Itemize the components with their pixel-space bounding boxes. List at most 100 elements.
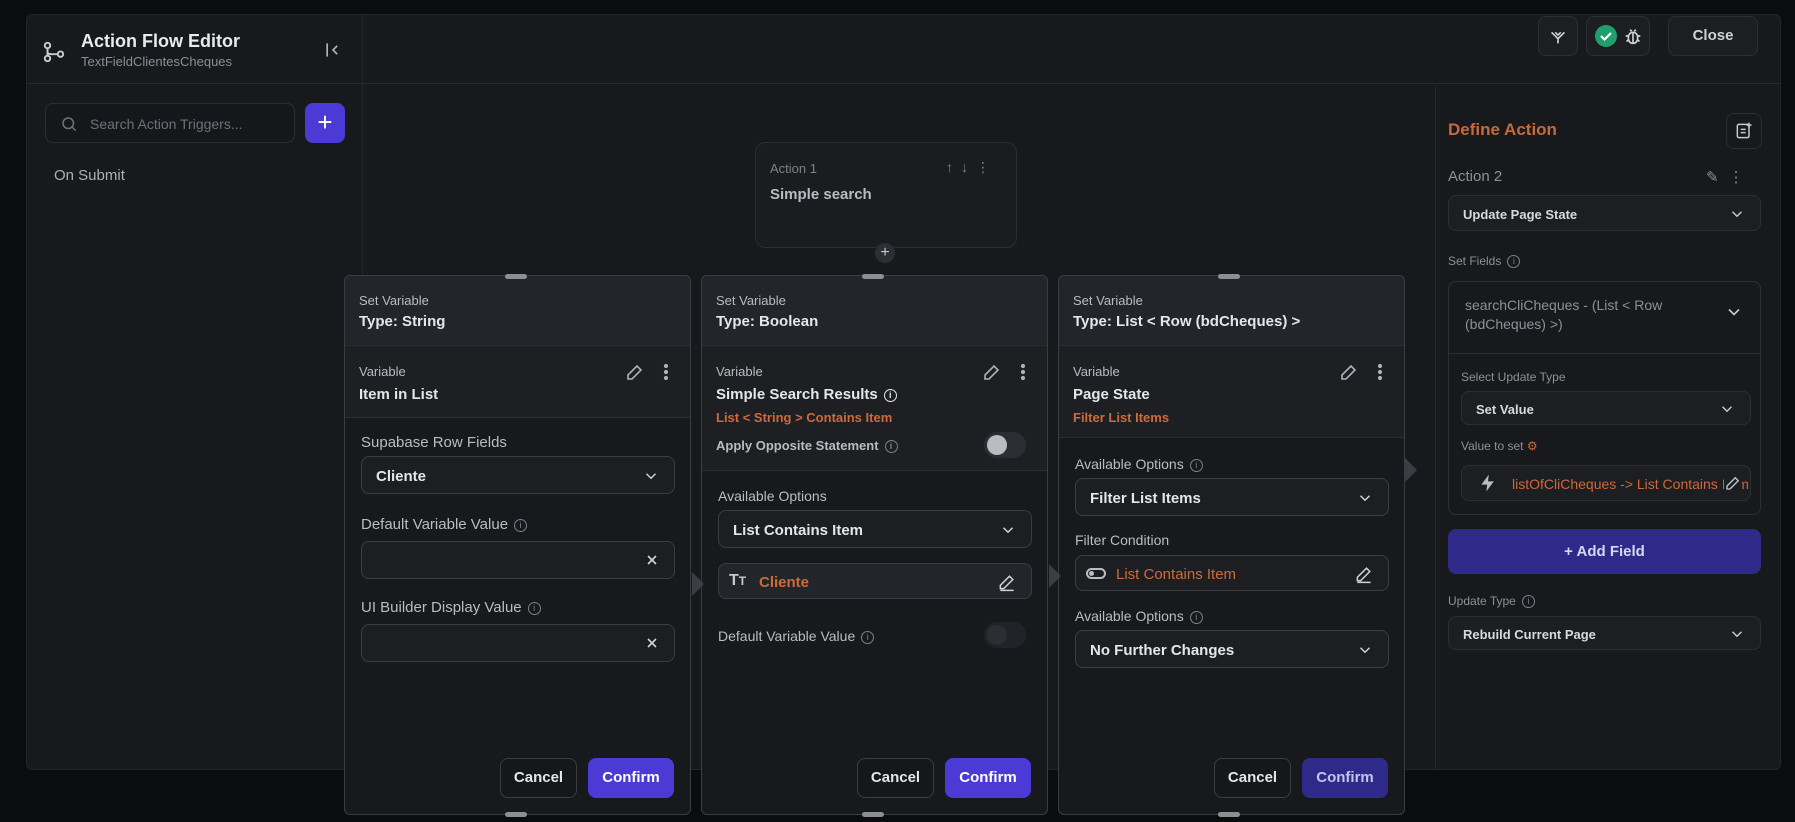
info-icon: i (884, 440, 898, 454)
info-icon: i (527, 601, 541, 615)
available-options-label: Available Options i (1075, 456, 1203, 472)
display-value-input[interactable] (361, 624, 675, 662)
update-type-value: Set Value (1476, 402, 1534, 417)
edit-menu-icons[interactable] (1338, 362, 1386, 382)
toggle-type-icon (1086, 568, 1106, 579)
set-variable-dialog-string: Set Variable Type: String Variable Item … (344, 275, 691, 815)
value-chip-text: Cliente (759, 574, 810, 591)
action-node[interactable]: Action 1 Simple search ↑↓⋮ (755, 142, 1017, 248)
available-options-select[interactable]: Filter List Items (1075, 478, 1389, 516)
dialog-header-type: Type: List < Row (bdCheques) > (1073, 313, 1301, 330)
set-fields-label: Set Fields i (1448, 254, 1521, 269)
default-value-toggle[interactable] (984, 622, 1026, 648)
connector-arrow (1049, 564, 1061, 588)
triggers-panel: Action Flow Editor TextFieldClientesCheq… (27, 15, 363, 769)
action-edit-controls[interactable]: ✎⋮ (1706, 168, 1754, 186)
search-triggers-input[interactable]: Search Action Triggers... (45, 103, 295, 143)
confirm-button[interactable]: Confirm (945, 758, 1031, 798)
debug-button[interactable] (1586, 16, 1650, 56)
variable-label: Variable (716, 364, 763, 379)
variable-section: Variable Item in List (345, 346, 690, 418)
chevron-down-icon[interactable] (1724, 302, 1744, 322)
variable-name: Simple Search Results i (716, 386, 897, 403)
dialog-header-label: Set Variable (1073, 293, 1143, 308)
available-options-value: Filter List Items (1090, 490, 1201, 507)
cancel-button[interactable]: Cancel (1214, 758, 1291, 798)
trigger-item-on-submit[interactable]: On Submit (54, 167, 125, 184)
value-to-set-field[interactable]: listOfCliCheques -> List Contains Item (1461, 465, 1751, 501)
text-type-icon: TT (729, 572, 747, 589)
further-options-label: Available Options i (1075, 608, 1203, 624)
edit-icon[interactable] (1354, 564, 1374, 584)
lightning-icon (1481, 474, 1494, 492)
drag-handle[interactable] (505, 274, 527, 279)
divider (1449, 353, 1760, 354)
action-type-select[interactable]: Update Page State (1448, 195, 1761, 231)
action-node-controls[interactable]: ↑↓⋮ (946, 159, 998, 176)
page-update-type-select[interactable]: Rebuild Current Page (1448, 616, 1761, 650)
add-trigger-button[interactable]: + (305, 103, 345, 143)
check-circle-icon (1595, 25, 1617, 47)
filter-condition-label: Filter Condition (1075, 532, 1170, 548)
action-label: Action 2 (1448, 168, 1503, 185)
display-value-label: UI Builder Display Value i (361, 599, 541, 616)
info-icon: i (514, 518, 528, 532)
add-field-button[interactable]: + Add Field (1448, 529, 1761, 574)
row-fields-select[interactable]: Cliente (361, 456, 675, 494)
variable-subtype: Filter List Items (1073, 410, 1170, 425)
info-icon: i (861, 630, 875, 644)
drag-handle[interactable] (505, 812, 527, 817)
variable-settings-icon[interactable]: ⚙ (1527, 439, 1538, 453)
further-options-select[interactable]: No Further Changes (1075, 630, 1389, 668)
bug-icon (1625, 29, 1641, 45)
variable-name: Item in List (359, 386, 439, 403)
edit-icon[interactable] (1724, 474, 1742, 492)
confirm-button[interactable]: Confirm (1302, 758, 1388, 798)
drag-handle[interactable] (862, 274, 884, 279)
update-type-select[interactable]: Set Value (1461, 391, 1751, 425)
edit-menu-icons[interactable] (981, 362, 1029, 382)
default-value-input[interactable] (361, 541, 675, 579)
drag-handle[interactable] (1218, 274, 1240, 279)
close-button[interactable]: Close (1668, 16, 1758, 56)
variable-name: Page State (1073, 386, 1150, 403)
flutter-button[interactable] (1538, 16, 1578, 56)
define-action-title: Define Action (1448, 120, 1557, 139)
page-update-type-value: Rebuild Current Page (1463, 627, 1596, 642)
add-action-node-button[interactable]: + (875, 243, 895, 263)
apply-opposite-label: Apply Opposite Statement i (716, 438, 898, 454)
drag-handle[interactable] (862, 812, 884, 817)
drag-handle[interactable] (1218, 812, 1240, 817)
edit-menu-icons[interactable] (624, 362, 672, 382)
dialog-header: Set Variable Type: String (345, 276, 690, 346)
dialog-header: Set Variable Type: List < Row (bdCheques… (1059, 276, 1404, 346)
chevron-down-icon (1731, 631, 1743, 638)
value-to-set-label: Value to set ⚙ (1461, 439, 1538, 453)
info-icon: i (1189, 458, 1203, 472)
page-update-type-label: Update Type i (1448, 594, 1535, 609)
available-options-select[interactable]: List Contains Item (718, 510, 1032, 548)
value-chip[interactable]: TT Cliente (718, 563, 1032, 599)
connector-arrow (692, 572, 704, 596)
value-to-set-text: listOfCliCheques -> List Contains Item (1512, 476, 1749, 492)
chevron-down-icon (1359, 495, 1371, 502)
close-icon[interactable] (644, 635, 660, 651)
default-value-label: Default Variable Value i (361, 516, 528, 533)
available-options-value: List Contains Item (733, 522, 864, 539)
note-add-icon (1736, 122, 1752, 139)
chevron-down-icon (1731, 211, 1743, 218)
define-action-panel: Define Action Action 2 ✎⋮ Update Page St… (1435, 86, 1780, 769)
edit-icon[interactable] (997, 572, 1017, 592)
confirm-button[interactable]: Confirm (588, 758, 674, 798)
close-icon[interactable] (644, 552, 660, 568)
apply-opposite-toggle[interactable] (984, 432, 1026, 458)
filter-condition-field[interactable]: List Contains Item (1075, 555, 1389, 591)
chevron-down-icon (645, 473, 657, 480)
notes-button[interactable] (1726, 113, 1762, 149)
variable-subtype: List < String > Contains Item (716, 410, 893, 425)
cancel-button[interactable]: Cancel (500, 758, 577, 798)
dialog-header-type: Type: String (359, 313, 446, 330)
search-placeholder: Search Action Triggers... (90, 116, 243, 132)
cancel-button[interactable]: Cancel (857, 758, 934, 798)
row-fields-value: Cliente (376, 468, 427, 485)
